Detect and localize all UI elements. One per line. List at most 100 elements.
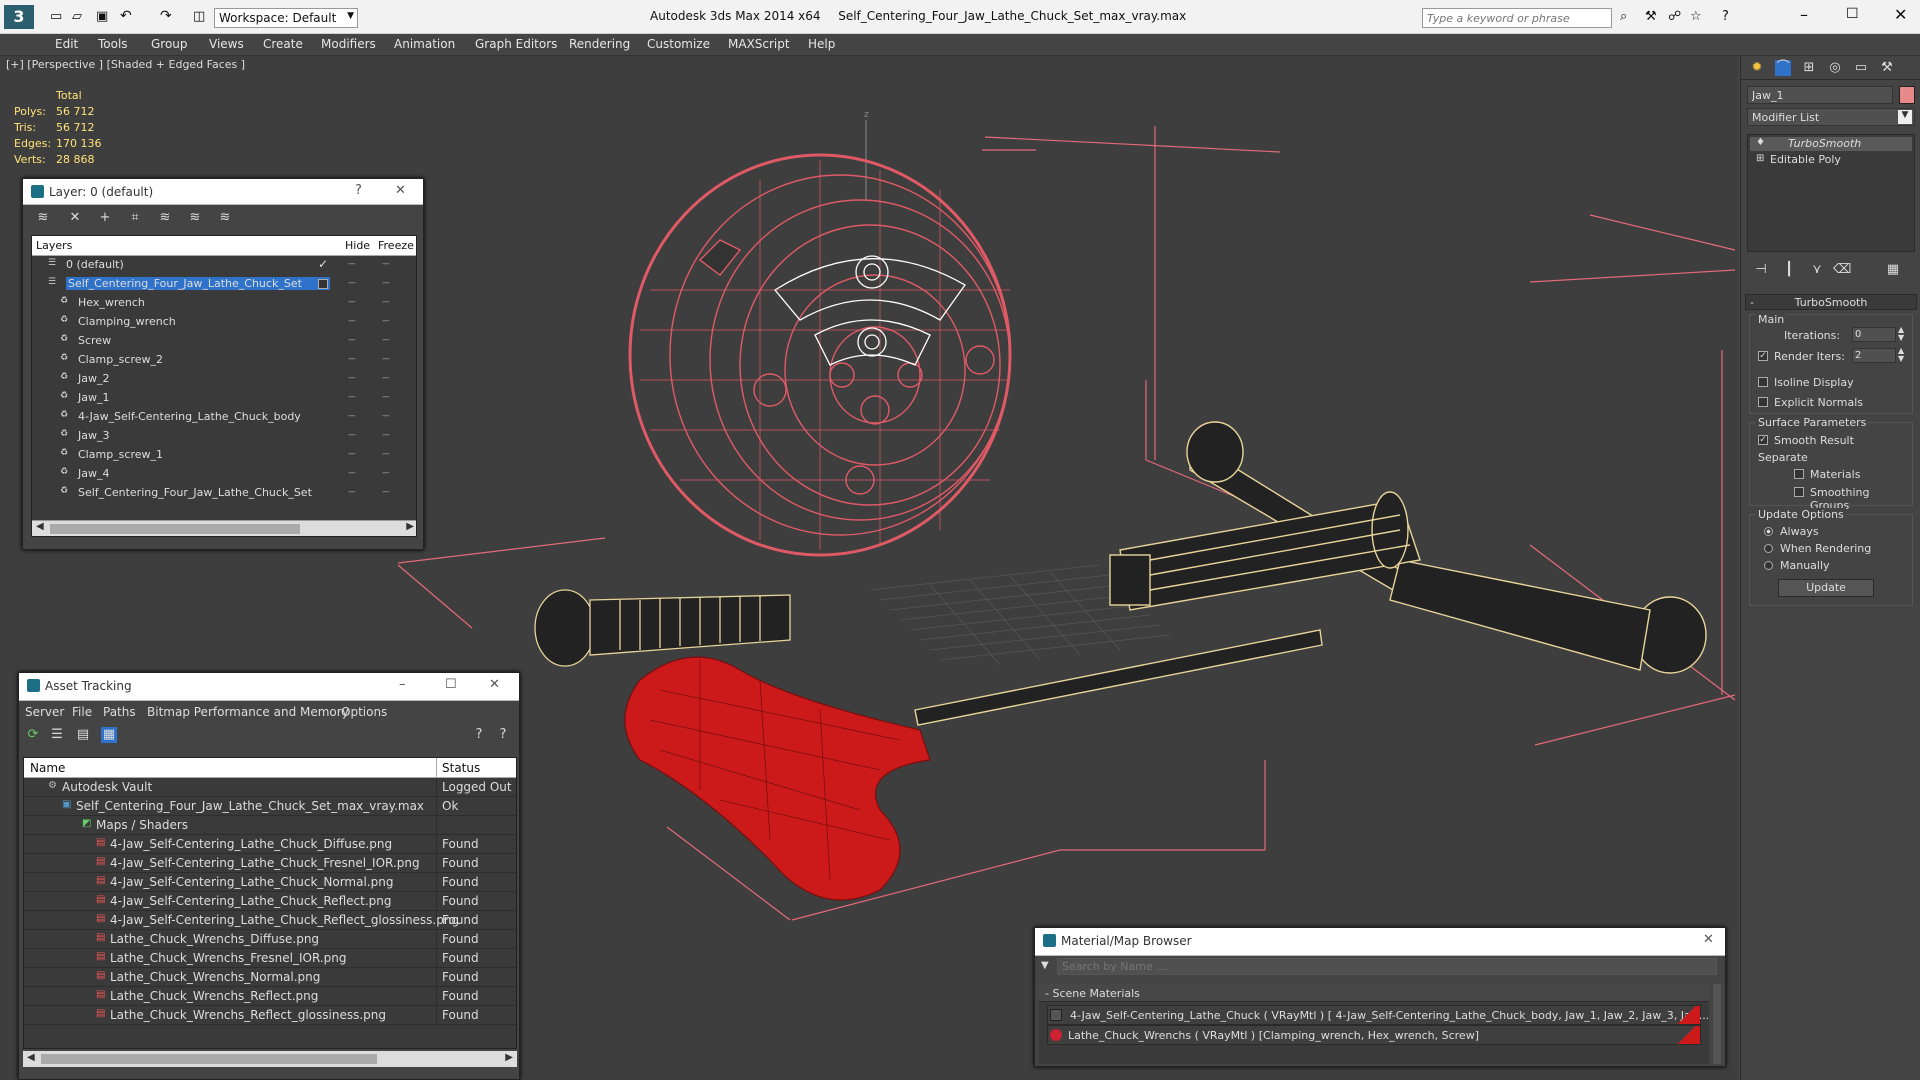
utilities-tab-icon[interactable]: ⚒ — [1879, 60, 1895, 76]
show-end-result-icon[interactable]: ┃ — [1781, 262, 1797, 278]
asset-row[interactable]: ▤ 4-Jaw_Self-Centering_Lathe_Chuck_Reflec… — [24, 892, 516, 911]
search-options-icon[interactable]: ▼ — [1041, 960, 1049, 971]
layer-row[interactable]: ♻ Jaw_4 ‑‑‑ ‑‑‑ — [32, 465, 416, 484]
material-item[interactable]: 4-Jaw_Self-Centering_Lathe_Chuck ( VRayM… — [1047, 1005, 1709, 1025]
asset-menu-options[interactable]: Options — [341, 705, 387, 719]
asset-maximize-button[interactable]: ☐ — [445, 677, 457, 692]
asset-row[interactable]: ▤ Lathe_Chuck_Wrenchs_Fresnel_IOR.png Foun… — [24, 949, 516, 968]
configure-sets-icon[interactable]: ▦ — [1885, 262, 1901, 278]
display-tab-icon[interactable]: ▭ — [1853, 60, 1869, 76]
table-view-icon[interactable]: ▦ — [101, 727, 117, 743]
layer-row[interactable]: ♻ Jaw_1 ‑‑‑ ‑‑‑ — [32, 389, 416, 408]
asset-menu-file[interactable]: File — [72, 705, 92, 719]
layer-row[interactable]: ♻ Self_Centering_Four_Jaw_Lathe_Chuck_Set… — [32, 484, 416, 503]
material-search-input[interactable] — [1057, 958, 1717, 975]
hide-column-header[interactable]: Hide — [345, 239, 370, 252]
remove-modifier-icon[interactable]: ⌫ — [1833, 262, 1851, 278]
asset-help-icon[interactable]: ? — [471, 727, 487, 743]
hide-toggle[interactable]: ‑‑‑ — [348, 335, 356, 345]
materials-checkbox[interactable] — [1794, 469, 1804, 479]
freeze-column-header[interactable]: Freeze — [378, 239, 414, 252]
layer-panel-title-bar[interactable]: Layer: 0 (default) ? ✕ — [23, 179, 423, 205]
menu-modifiers[interactable]: Modifiers — [321, 37, 376, 51]
name-column-header[interactable]: Name — [30, 761, 65, 775]
freeze-toggle[interactable]: ‑‑‑ — [382, 259, 390, 269]
detail-view-icon[interactable]: ▤ — [75, 727, 91, 743]
material-vscrollbar[interactable] — [1713, 984, 1721, 1064]
asset-row[interactable]: ▤ 4-Jaw_Self-Centering_Lathe_Chuck_Normal… — [24, 873, 516, 892]
new-file-icon[interactable]: ▭ — [50, 9, 62, 24]
hide-toggle[interactable]: ‑‑‑ — [348, 392, 356, 402]
asset-row[interactable]: ▤ Lathe_Chuck_Wrenchs_Diffuse.png Found — [24, 930, 516, 949]
spinner-arrows-icon[interactable]: ▲ ▼ — [1898, 326, 1904, 342]
hide-toggle[interactable]: ‑‑‑ — [348, 316, 356, 326]
freeze-toggle[interactable]: ‑‑‑ — [382, 373, 390, 383]
freeze-toggle[interactable]: ‑‑‑ — [382, 487, 390, 497]
search-input[interactable] — [1423, 9, 1611, 27]
modify-tab-icon[interactable]: ⌒ — [1775, 60, 1791, 76]
layer-close-button[interactable]: ✕ — [395, 183, 406, 198]
asset-row[interactable]: ▣ Self_Centering_Four_Jaw_Lathe_Chuck_Set… — [24, 797, 516, 816]
highlight-layer-icon[interactable]: ≋ — [157, 210, 173, 226]
pin-stack-icon[interactable]: ⊣ — [1753, 262, 1769, 278]
new-layer-icon[interactable]: ≋ — [35, 210, 51, 226]
manually-radio[interactable] — [1764, 561, 1773, 570]
refresh-icon[interactable]: ⟳ — [25, 727, 41, 743]
layers-column-header[interactable]: Layers — [36, 239, 72, 252]
search-field[interactable] — [1422, 8, 1612, 28]
status-column-header[interactable]: Status — [442, 761, 480, 775]
hide-toggle[interactable]: ‑‑‑ — [348, 449, 356, 459]
hide-toggle[interactable]: ‑‑‑ — [348, 297, 356, 307]
freeze-toggle[interactable]: ‑‑‑ — [382, 278, 390, 288]
project-icon[interactable]: ◫ — [193, 9, 205, 24]
asset-row[interactable]: ▤ 4-Jaw_Self-Centering_Lathe_Chuck_Diffus… — [24, 835, 516, 854]
freeze-toggle[interactable]: ‑‑‑ — [382, 449, 390, 459]
freeze-toggle[interactable]: ‑‑‑ — [382, 392, 390, 402]
freeze-toggle[interactable]: ‑‑‑ — [382, 335, 390, 345]
connect-icon[interactable]: ☍ — [1668, 9, 1681, 24]
asset-row[interactable]: ▤ Lathe_Chuck_Wrenchs_Reflect_glossiness.… — [24, 1006, 516, 1025]
when-rendering-radio[interactable] — [1764, 544, 1773, 553]
asset-scrollbar-thumb[interactable] — [41, 1054, 377, 1064]
help-icon[interactable]: ? — [1722, 9, 1729, 24]
stack-item-turbosmooth[interactable]: ♦ TurboSmooth — [1750, 137, 1912, 151]
undo-icon[interactable]: ↶ — [120, 8, 132, 24]
menu-views[interactable]: Views — [209, 37, 244, 51]
asset-row[interactable]: ▤ Lathe_Chuck_Wrenchs_Normal.png Found — [24, 968, 516, 987]
hide-toggle[interactable]: ‑‑‑ — [348, 468, 356, 478]
always-radio[interactable] — [1764, 527, 1773, 536]
asset-row[interactable]: ▤ 4-Jaw_Self-Centering_Lathe_Chuck_Reflec… — [24, 911, 516, 930]
tools-icon[interactable]: ⚒ — [1645, 9, 1657, 24]
app-logo-icon[interactable]: 3 — [4, 5, 34, 29]
menu-customize[interactable]: Customize — [647, 37, 710, 51]
hide-toggle[interactable]: ‑‑‑ — [348, 430, 356, 440]
object-color-swatch[interactable] — [1899, 86, 1915, 104]
menu-edit[interactable]: Edit — [55, 37, 78, 51]
scene-materials-header[interactable]: - Scene Materials — [1039, 984, 1709, 1002]
motion-tab-icon[interactable]: ◎ — [1827, 60, 1843, 76]
menu-rendering[interactable]: Rendering — [569, 37, 630, 51]
hide-toggle[interactable]: ‑‑‑ — [348, 487, 356, 497]
binoculars-icon[interactable]: ⌕ — [1620, 9, 1627, 24]
layer-row[interactable]: ♻ Hex_wrench ‑‑‑ ‑‑‑ — [32, 294, 416, 313]
asset-row[interactable]: ◩ Maps / Shaders — [24, 816, 516, 835]
layer-row[interactable]: ♻ Clamp_screw_1 ‑‑‑ ‑‑‑ — [32, 446, 416, 465]
material-item[interactable]: Lathe_Chuck_Wrenchs ( VRayMtl ) [Clampin… — [1047, 1025, 1701, 1045]
update-button[interactable]: Update — [1778, 579, 1874, 597]
isoline-checkbox[interactable] — [1758, 377, 1768, 387]
maximize-button[interactable]: ☐ — [1846, 6, 1859, 22]
delete-layer-icon[interactable]: ✕ — [67, 210, 83, 226]
select-objects-icon[interactable]: ⌗ — [127, 210, 143, 226]
render-iters-checkbox[interactable]: ✓ — [1758, 351, 1768, 361]
make-unique-icon[interactable]: ⋎ — [1809, 262, 1825, 278]
material-close-button[interactable]: ✕ — [1703, 932, 1714, 947]
freeze-toggle[interactable]: ‑‑‑ — [382, 297, 390, 307]
create-tab-icon[interactable]: ✹ — [1749, 60, 1765, 76]
menu-animation[interactable]: Animation — [394, 37, 455, 51]
layer-row[interactable]: ♻ Jaw_3 ‑‑‑ ‑‑‑ — [32, 427, 416, 446]
open-file-icon[interactable]: ▱ — [72, 9, 82, 24]
freeze-toggle[interactable]: ‑‑‑ — [382, 354, 390, 364]
iterations-spinner[interactable] — [1852, 327, 1896, 342]
menu-graph-editors[interactable]: Graph Editors — [475, 37, 557, 51]
asset-close-button[interactable]: ✕ — [489, 677, 500, 692]
